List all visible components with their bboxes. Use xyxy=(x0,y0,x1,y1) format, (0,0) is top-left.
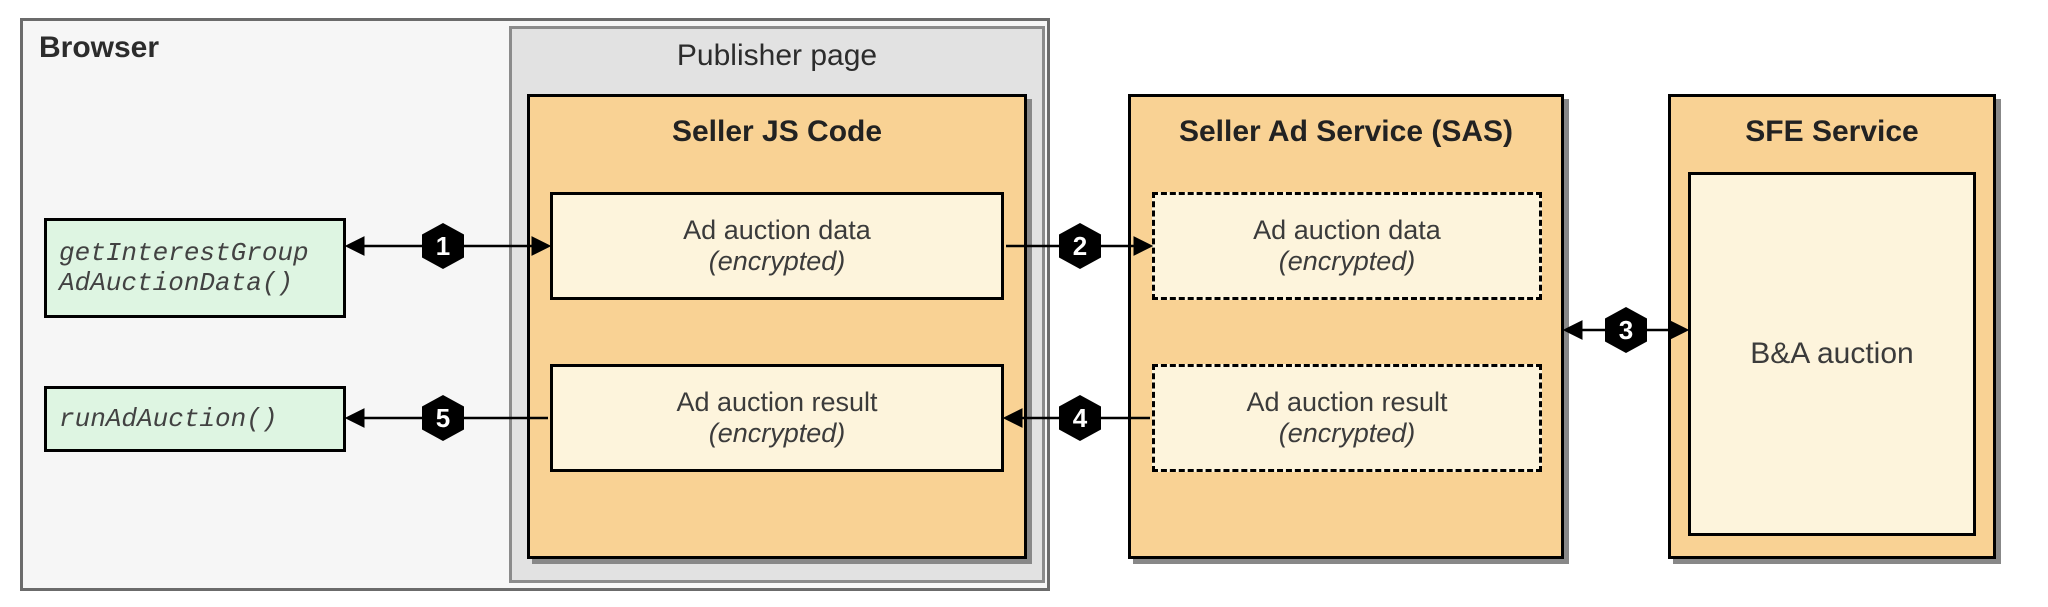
seller-js-box: Seller JS Code xyxy=(527,94,1027,559)
sas-ad-result: Ad auction result (encrypted) xyxy=(1152,364,1542,472)
publisher-title: Publisher page xyxy=(677,39,877,73)
sas-ad-data: Ad auction data (encrypted) xyxy=(1152,192,1542,300)
api-run-ad-auction: runAdAuction() xyxy=(44,386,346,452)
step-4-badge: 4 xyxy=(1055,393,1105,443)
step-2-badge: 2 xyxy=(1055,221,1105,271)
encrypted-label: (encrypted) xyxy=(709,246,846,277)
ba-auction-box: B&A auction xyxy=(1688,172,1976,536)
api-run-ad-auction-text: runAdAuction() xyxy=(59,404,277,434)
step-5-badge: 5 xyxy=(418,393,468,443)
browser-title: Browser xyxy=(39,31,159,65)
step-2-num: 2 xyxy=(1073,231,1087,262)
step-1-num: 1 xyxy=(436,231,450,262)
ad-data-label: Ad auction data xyxy=(1253,215,1441,246)
seller-js-title: Seller JS Code xyxy=(530,97,1024,149)
encrypted-label: (encrypted) xyxy=(1279,246,1416,277)
ad-result-label: Ad auction result xyxy=(676,387,877,418)
encrypted-label: (encrypted) xyxy=(1279,418,1416,449)
api-get-interest-group-text: getInterestGroup AdAuctionData() xyxy=(59,238,331,298)
sfe-title: SFE Service xyxy=(1671,97,1993,149)
step-3-badge: 3 xyxy=(1601,305,1651,355)
ad-result-label: Ad auction result xyxy=(1246,387,1447,418)
step-4-num: 4 xyxy=(1073,403,1087,434)
step-1-badge: 1 xyxy=(418,221,468,271)
encrypted-label: (encrypted) xyxy=(709,418,846,449)
step-3-num: 3 xyxy=(1619,315,1633,346)
sellerjs-ad-data: Ad auction data (encrypted) xyxy=(550,192,1004,300)
ba-auction-label: B&A auction xyxy=(1750,337,1913,371)
sellerjs-ad-result: Ad auction result (encrypted) xyxy=(550,364,1004,472)
ad-data-label: Ad auction data xyxy=(683,215,871,246)
sas-box: Seller Ad Service (SAS) xyxy=(1128,94,1564,559)
step-5-num: 5 xyxy=(436,403,450,434)
sas-title: Seller Ad Service (SAS) xyxy=(1131,97,1561,149)
api-get-interest-group: getInterestGroup AdAuctionData() xyxy=(44,218,346,318)
